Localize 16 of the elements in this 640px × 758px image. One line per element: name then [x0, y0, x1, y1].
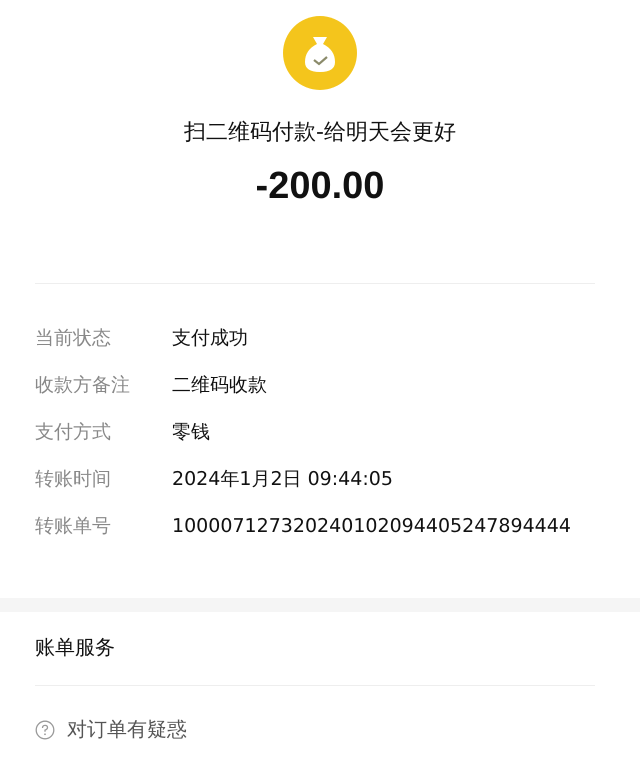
detail-label: 收款方备注 — [35, 373, 131, 398]
section-title: 账单服务 — [35, 634, 116, 661]
detail-value: 二维码收款 — [172, 373, 267, 398]
payment-title: 扫二维码付款-给明天会更好 — [184, 119, 456, 147]
help-link[interactable]: 对订单有疑惑 — [67, 716, 187, 743]
detail-value: 零钱 — [172, 420, 210, 445]
detail-label: 转账单号 — [35, 514, 112, 539]
detail-value: 2024年1月2日 09:44:05 — [172, 467, 393, 492]
detail-label: 转账时间 — [35, 467, 112, 492]
detail-value: 支付成功 — [172, 326, 248, 351]
payment-amount: -200.00 — [256, 165, 384, 208]
detail-value: 100007127320240102094405247894444 — [172, 515, 571, 537]
money-bag-icon — [282, 15, 358, 91]
help-icon — [35, 720, 55, 740]
detail-label: 支付方式 — [35, 420, 112, 445]
detail-label: 当前状态 — [35, 326, 112, 351]
